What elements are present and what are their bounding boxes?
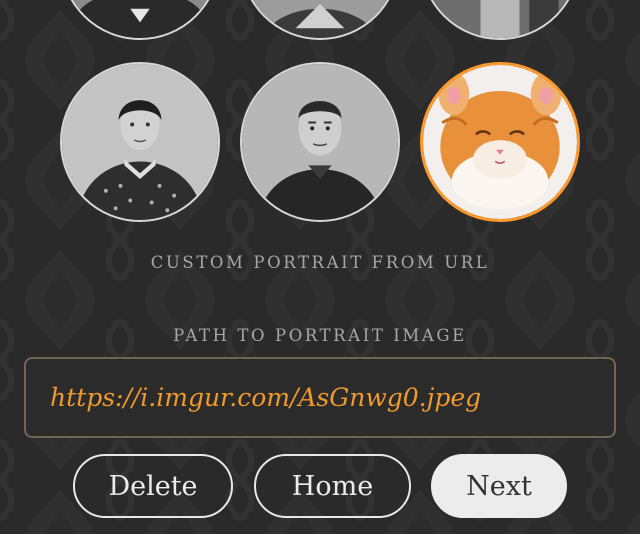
portrait-kitten[interactable] bbox=[420, 62, 580, 222]
next-button[interactable]: Next bbox=[431, 454, 567, 518]
portrait-url-input[interactable] bbox=[26, 359, 614, 436]
man-portrait-icon bbox=[242, 64, 398, 220]
kitten-portrait-icon bbox=[423, 65, 577, 219]
woman-portrait-icon bbox=[62, 64, 218, 220]
portrait-man[interactable] bbox=[240, 62, 400, 222]
delete-button[interactable]: Delete bbox=[73, 454, 233, 518]
portrait-url-field[interactable] bbox=[24, 357, 616, 438]
portrait-woman[interactable] bbox=[60, 62, 220, 222]
custom-portrait-heading: CUSTOM PORTRAIT FROM URL bbox=[150, 253, 490, 272]
home-button[interactable]: Home bbox=[254, 454, 411, 518]
path-to-portrait-label: PATH TO PORTRAIT IMAGE bbox=[173, 326, 467, 345]
